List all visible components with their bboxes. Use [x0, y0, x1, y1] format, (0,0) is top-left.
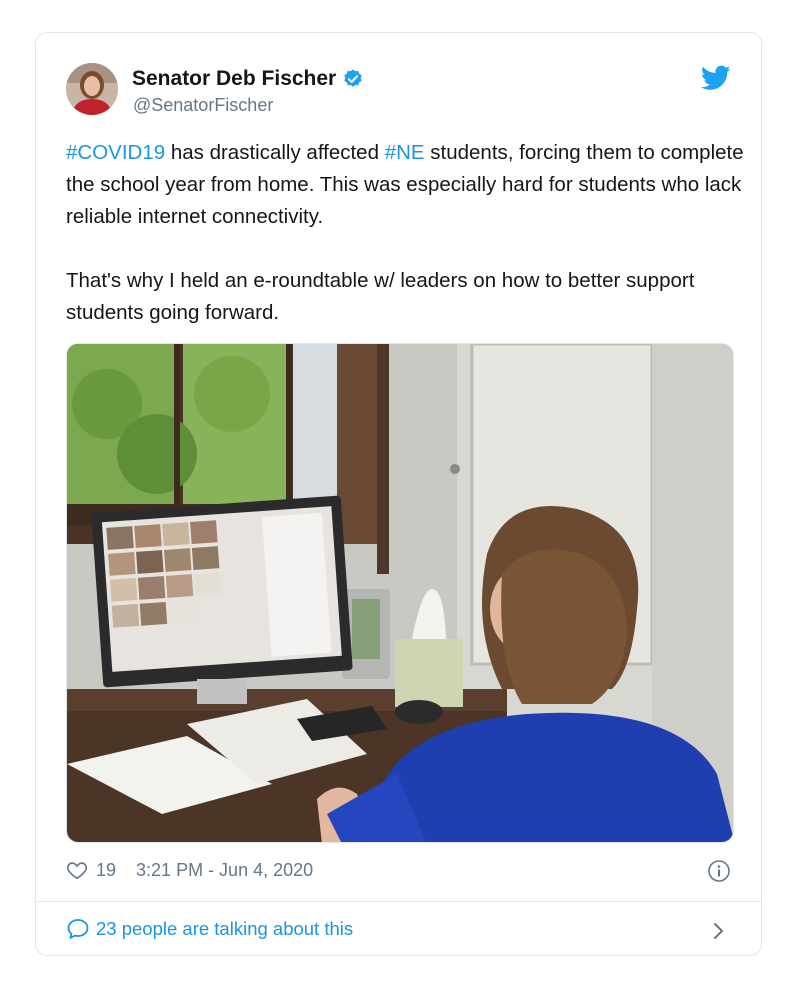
hashtag-link[interactable]: #COVID19: [66, 141, 165, 164]
hashtag-link[interactable]: #NE: [385, 141, 425, 164]
tweet-paragraph-1: #COVID19 has drastically affected #NE st…: [66, 137, 746, 233]
author-name-row: Senator Deb Fischer: [132, 67, 364, 91]
divider: [36, 901, 761, 902]
author-display-name[interactable]: Senator Deb Fischer: [132, 67, 336, 91]
twitter-bird-icon[interactable]: [701, 65, 731, 91]
info-icon[interactable]: [707, 859, 731, 883]
tweet-paragraph-2: That's why I held an e-roundtable w/ lea…: [66, 269, 695, 324]
tweet-text-segment: has drastically affected: [165, 141, 385, 164]
speech-bubble-icon: [67, 919, 89, 939]
tweet-text: #COVID19 has drastically affected #NE st…: [66, 137, 746, 329]
conversation-link[interactable]: 23 people are talking about this: [66, 917, 353, 941]
heart-icon[interactable]: [66, 859, 88, 881]
avatar-image: [66, 63, 118, 115]
tweet-card: Senator Deb Fischer @SenatorFischer #COV…: [35, 32, 762, 956]
tweet-photo[interactable]: [66, 343, 734, 843]
author-handle[interactable]: @SenatorFischer: [133, 95, 273, 116]
verified-badge-icon: [344, 69, 362, 87]
chevron-right-icon[interactable]: [711, 919, 727, 943]
like-count[interactable]: 19: [96, 860, 116, 881]
tweet-meta: 19 3:21 PM - Jun 4, 2020: [66, 859, 313, 881]
conversation-label: 23 people are talking about this: [96, 918, 354, 939]
avatar[interactable]: [66, 63, 118, 115]
photo-scene: [67, 344, 733, 842]
tweet-timestamp[interactable]: 3:21 PM - Jun 4, 2020: [136, 860, 313, 881]
